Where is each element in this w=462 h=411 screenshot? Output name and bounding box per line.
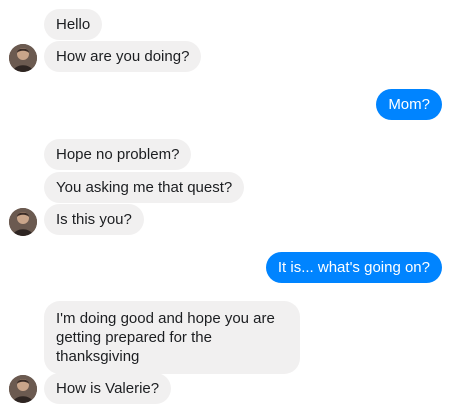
contact-avatar[interactable] — [9, 208, 37, 236]
message-bubble[interactable]: I'm doing good and hope you are getting … — [44, 301, 300, 374]
avatar-photo-icon — [9, 44, 37, 72]
message-bubble[interactable]: Mom? — [376, 89, 442, 120]
message-bubble[interactable]: Is this you? — [44, 204, 144, 235]
message-bubble[interactable]: Hope no problem? — [44, 139, 192, 170]
message-bubble[interactable]: You asking me that quest? — [44, 172, 245, 203]
message-bubble[interactable]: How is Valerie? — [44, 373, 172, 404]
message-bubble[interactable]: Hello — [44, 9, 103, 40]
message-thread: Hello How are you doing? Mom? Hope no pr… — [0, 0, 462, 411]
message-bubble[interactable]: It is... what's going on? — [265, 252, 442, 283]
message-bubble[interactable]: How are you doing? — [44, 41, 202, 72]
contact-avatar[interactable] — [9, 44, 37, 72]
avatar-photo-icon — [9, 375, 37, 403]
contact-avatar[interactable] — [9, 375, 37, 403]
avatar-photo-icon — [9, 208, 37, 236]
